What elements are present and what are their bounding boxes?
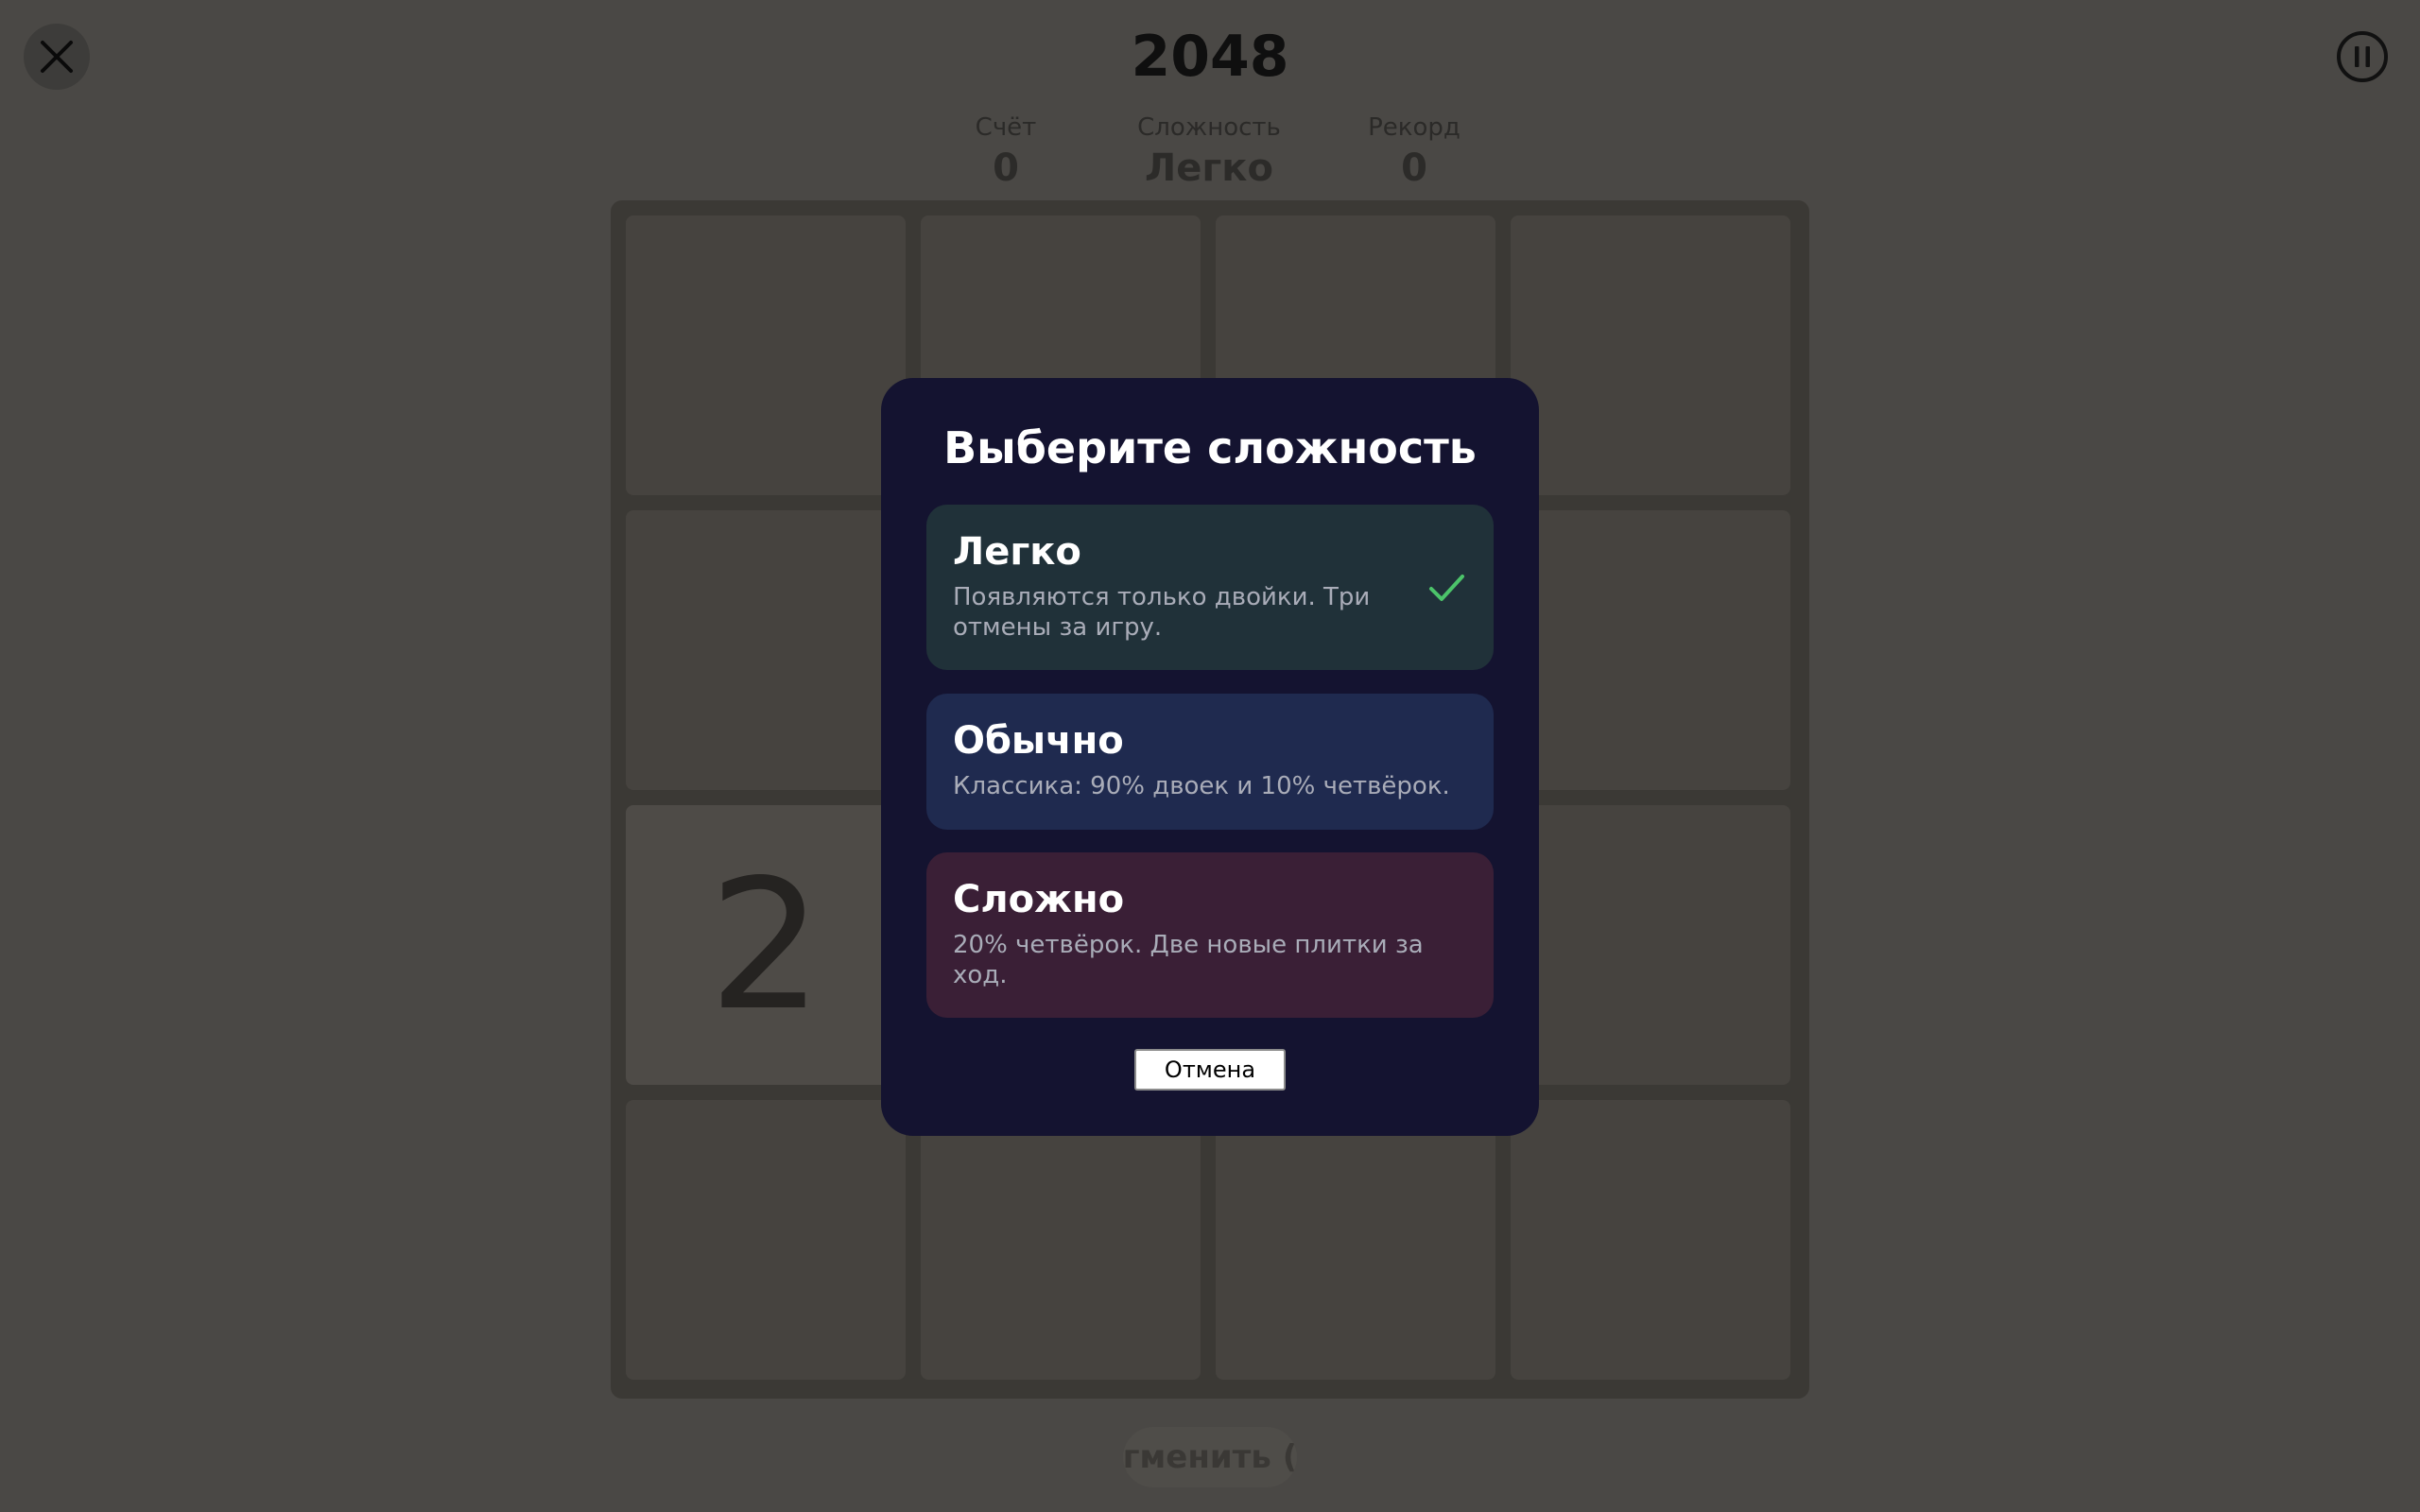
best-label: Рекорд	[1368, 113, 1461, 142]
pause-icon	[2337, 31, 2388, 82]
empty-cell	[1216, 1100, 1495, 1380]
empty-cell	[626, 215, 906, 495]
dialog-title: Выберите сложность	[943, 422, 1477, 473]
tile: 2	[626, 805, 906, 1085]
best-value: 0	[1401, 146, 1427, 190]
option-description: Классика: 90% двоек и 10% четвёрок.	[953, 772, 1450, 800]
score-stat: Счёт 0	[976, 109, 1037, 190]
option-title: Легко	[953, 530, 1081, 574]
cancel-button[interactable]: Отмена	[1134, 1049, 1286, 1091]
check-icon	[1429, 575, 1464, 601]
score-value: 0	[993, 146, 1019, 190]
difficulty-option-normal[interactable]: Обычно Классика: 90% двоек и 10% четвёро…	[926, 694, 1494, 830]
game-screen: 2048 Счёт 0 Сложность Легко Рекорд 0 2 г…	[0, 0, 2420, 1512]
empty-cell	[1511, 1100, 1790, 1380]
option-description: Появляются только двойки. Три отмены за …	[953, 583, 1371, 642]
best-stat: Рекорд 0	[1368, 109, 1461, 190]
difficulty-value: Легко	[1145, 146, 1273, 190]
difficulty-label: Сложность	[1137, 113, 1281, 142]
option-description: 20% четвёрок. Две новые плитки за ход.	[953, 931, 1424, 989]
option-title: Сложно	[953, 878, 1125, 921]
score-label: Счёт	[975, 113, 1037, 142]
option-title: Обычно	[953, 719, 1124, 763]
difficulty-stat: Сложность Легко	[1137, 109, 1281, 190]
empty-cell	[626, 1100, 906, 1380]
empty-cell	[1511, 510, 1790, 790]
difficulty-option-easy[interactable]: Легко Появляются только двойки. Три отме…	[926, 505, 1494, 670]
empty-cell	[626, 510, 906, 790]
undo-button[interactable]: гменить (	[1123, 1427, 1297, 1487]
empty-cell	[1511, 805, 1790, 1085]
game-title: 2048	[1131, 24, 1289, 90]
empty-cell	[921, 1100, 1201, 1380]
difficulty-dialog: Выберите сложность Легко Появляются толь…	[881, 378, 1539, 1136]
empty-cell	[1511, 215, 1790, 495]
stats-bar: Счёт 0 Сложность Легко Рекорд 0	[0, 109, 2420, 194]
pause-button[interactable]	[2336, 30, 2389, 83]
difficulty-option-hard[interactable]: Сложно 20% четвёрок. Две новые плитки за…	[926, 852, 1494, 1018]
